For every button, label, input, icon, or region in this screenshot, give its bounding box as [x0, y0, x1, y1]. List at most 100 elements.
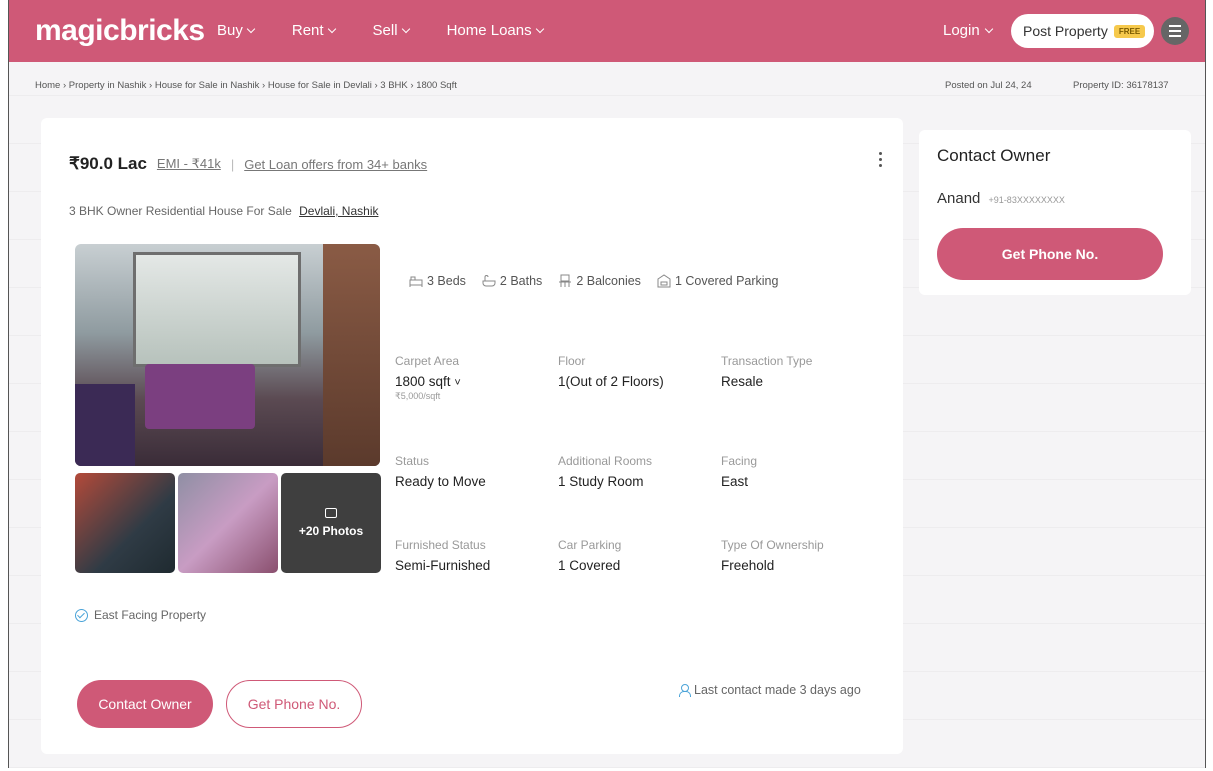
fact-label: Car Parking	[558, 538, 622, 552]
photo-window	[133, 252, 301, 367]
listing-type: 3 BHK Owner Residential House For Sale	[69, 204, 292, 218]
more-photos-thumbnail[interactable]: +20 Photos	[281, 473, 381, 573]
fact-value: Resale	[721, 374, 764, 389]
loan-offers-link[interactable]: Get Loan offers from 34+ banks	[244, 157, 427, 172]
chevron-down-icon[interactable]: ˅	[454, 377, 460, 389]
fact-status: Status Ready to Move	[395, 454, 555, 489]
parking-icon	[657, 274, 671, 288]
nav-rent-label: Rent	[291, 22, 324, 39]
listing-subtitle: 3 BHK Owner Residential House For Sale D…	[69, 204, 378, 218]
amenity-beds-label: 3 Beds	[427, 274, 466, 288]
price-per-sqft: ₹5,000/sqft	[395, 391, 441, 401]
nav-home-loans[interactable]: Home Loans	[446, 22, 544, 39]
contact-owner-button[interactable]: Contact Owner	[77, 680, 213, 728]
fact-label: Furnished Status	[395, 538, 486, 552]
fact-label: Type Of Ownership	[721, 538, 824, 552]
free-badge: FREE	[1113, 24, 1146, 38]
nav-rent[interactable]: Rent	[291, 22, 336, 39]
bath-icon	[482, 275, 496, 287]
login-label: Login	[943, 22, 980, 39]
fact-label: Transaction Type	[721, 354, 813, 368]
nav-buy[interactable]: Buy	[217, 22, 256, 39]
east-facing-tag: East Facing Property	[75, 608, 206, 622]
bed-icon	[409, 276, 423, 287]
owner-name: Anand	[937, 190, 981, 207]
photo-wall	[323, 244, 380, 466]
fact-label: Floor	[558, 354, 586, 368]
get-phone-button[interactable]: Get Phone No.	[226, 680, 362, 728]
photo-thumbnail[interactable]	[178, 473, 278, 573]
login-menu[interactable]: Login	[943, 22, 993, 39]
amenity-beds: 3 Beds	[409, 274, 466, 288]
fact-facing: Facing East	[721, 454, 881, 489]
amenity-balconies-label: 2 Balconies	[576, 274, 641, 288]
photo-cushion	[75, 384, 135, 466]
fact-value: 1(Out of 2 Floors)	[558, 374, 664, 389]
page-frame: magicbricks Buy Rent Sell Home Loans Log…	[8, 0, 1206, 768]
fact-transaction-type: Transaction Type Resale	[721, 354, 881, 389]
post-property-button[interactable]: Post Property FREE	[1011, 14, 1154, 48]
fact-label: Carpet Area	[395, 354, 460, 368]
chevron-down-icon	[984, 24, 993, 34]
price-row: ₹90.0 Lac EMI - ₹41k | Get Loan offers f…	[69, 154, 427, 174]
price: ₹90.0 Lac	[69, 154, 147, 173]
property-listing-card: ₹90.0 Lac EMI - ₹41k | Get Loan offers f…	[41, 118, 903, 754]
fact-value: East	[721, 474, 749, 489]
balcony-icon	[559, 274, 572, 287]
fact-label: Additional Rooms	[558, 454, 653, 468]
fact-value: 1 Study Room	[558, 474, 644, 489]
fact-value: Freehold	[721, 558, 775, 573]
fact-additional-rooms: Additional Rooms 1 Study Room	[558, 454, 718, 489]
fact-label: Status	[395, 454, 430, 468]
fact-floor: Floor 1(Out of 2 Floors)	[558, 354, 718, 389]
last-contact-info: Last contact made 3 days ago	[679, 683, 861, 697]
carpet-area-value: 1800 sqft	[395, 374, 451, 389]
breadcrumb[interactable]: Home › Property in Nashik › House for Sa…	[35, 80, 457, 91]
last-contact-label: Last contact made 3 days ago	[694, 683, 861, 697]
hamburger-menu-icon[interactable]	[1161, 17, 1189, 45]
amenity-parking-label: 1 Covered Parking	[674, 274, 779, 288]
chevron-down-icon	[535, 24, 544, 34]
nav-sell-label: Sell	[372, 22, 398, 39]
photo-thumbnail[interactable]	[75, 473, 175, 573]
nav-home-loans-label: Home Loans	[446, 22, 532, 39]
nav-links: Buy Rent Sell Home Loans	[217, 22, 581, 39]
fact-furnished-status: Furnished Status Semi-Furnished	[395, 538, 555, 573]
nav-sell[interactable]: Sell	[372, 22, 410, 39]
fact-value: 1 Covered	[558, 558, 621, 573]
amenity-baths-label: 2 Baths	[499, 274, 543, 288]
chevron-down-icon	[246, 24, 256, 34]
fact-ownership-type: Type Of Ownership Freehold	[721, 538, 881, 573]
person-icon	[679, 684, 691, 697]
east-facing-label: East Facing Property	[94, 608, 207, 622]
fact-car-parking: Car Parking 1 Covered	[558, 538, 718, 573]
fact-value: Semi-Furnished	[395, 558, 491, 573]
panel-get-phone-button[interactable]: Get Phone No.	[937, 228, 1163, 280]
nav-buy-label: Buy	[217, 22, 243, 39]
amenity-baths: 2 Baths	[482, 274, 542, 288]
fact-value: Ready to Move	[395, 474, 486, 489]
location-link[interactable]: Devlali, Nashik	[299, 204, 378, 218]
price-separator: |	[230, 156, 235, 172]
contact-owner-panel: Contact Owner Anand +91-83XXXXXXXX Get P…	[919, 130, 1191, 295]
amenity-parking: 1 Covered Parking	[657, 274, 779, 288]
posted-date: Posted on Jul 24, 24	[945, 80, 1032, 91]
fact-label: Facing	[721, 454, 758, 468]
more-options-icon[interactable]	[879, 152, 882, 167]
property-id: Property ID: 36178137	[1073, 80, 1169, 91]
camera-icon	[325, 508, 337, 518]
main-property-photo[interactable]	[75, 244, 380, 466]
fact-carpet-area: Carpet Area 1800 sqft ˅ ₹5,000/sqft	[395, 354, 555, 402]
photo-bed	[145, 364, 255, 429]
owner-phone-masked: +91-83XXXXXXXX	[988, 195, 1065, 205]
amenity-balconies: 2 Balconies	[558, 274, 641, 288]
owner-info: Anand +91-83XXXXXXXX	[937, 190, 1065, 207]
fact-value: 1800 sqft ˅	[395, 374, 555, 389]
contact-panel-title: Contact Owner	[937, 146, 1051, 165]
chevron-down-icon	[327, 24, 336, 34]
check-circle-icon	[75, 608, 88, 622]
post-property-label: Post Property	[1023, 23, 1108, 39]
top-navigation-bar: magicbricks Buy Rent Sell Home Loans Log…	[9, 0, 1205, 62]
emi-link[interactable]: EMI - ₹41k	[157, 156, 221, 172]
magicbricks-logo[interactable]: magicbricks	[35, 14, 205, 48]
